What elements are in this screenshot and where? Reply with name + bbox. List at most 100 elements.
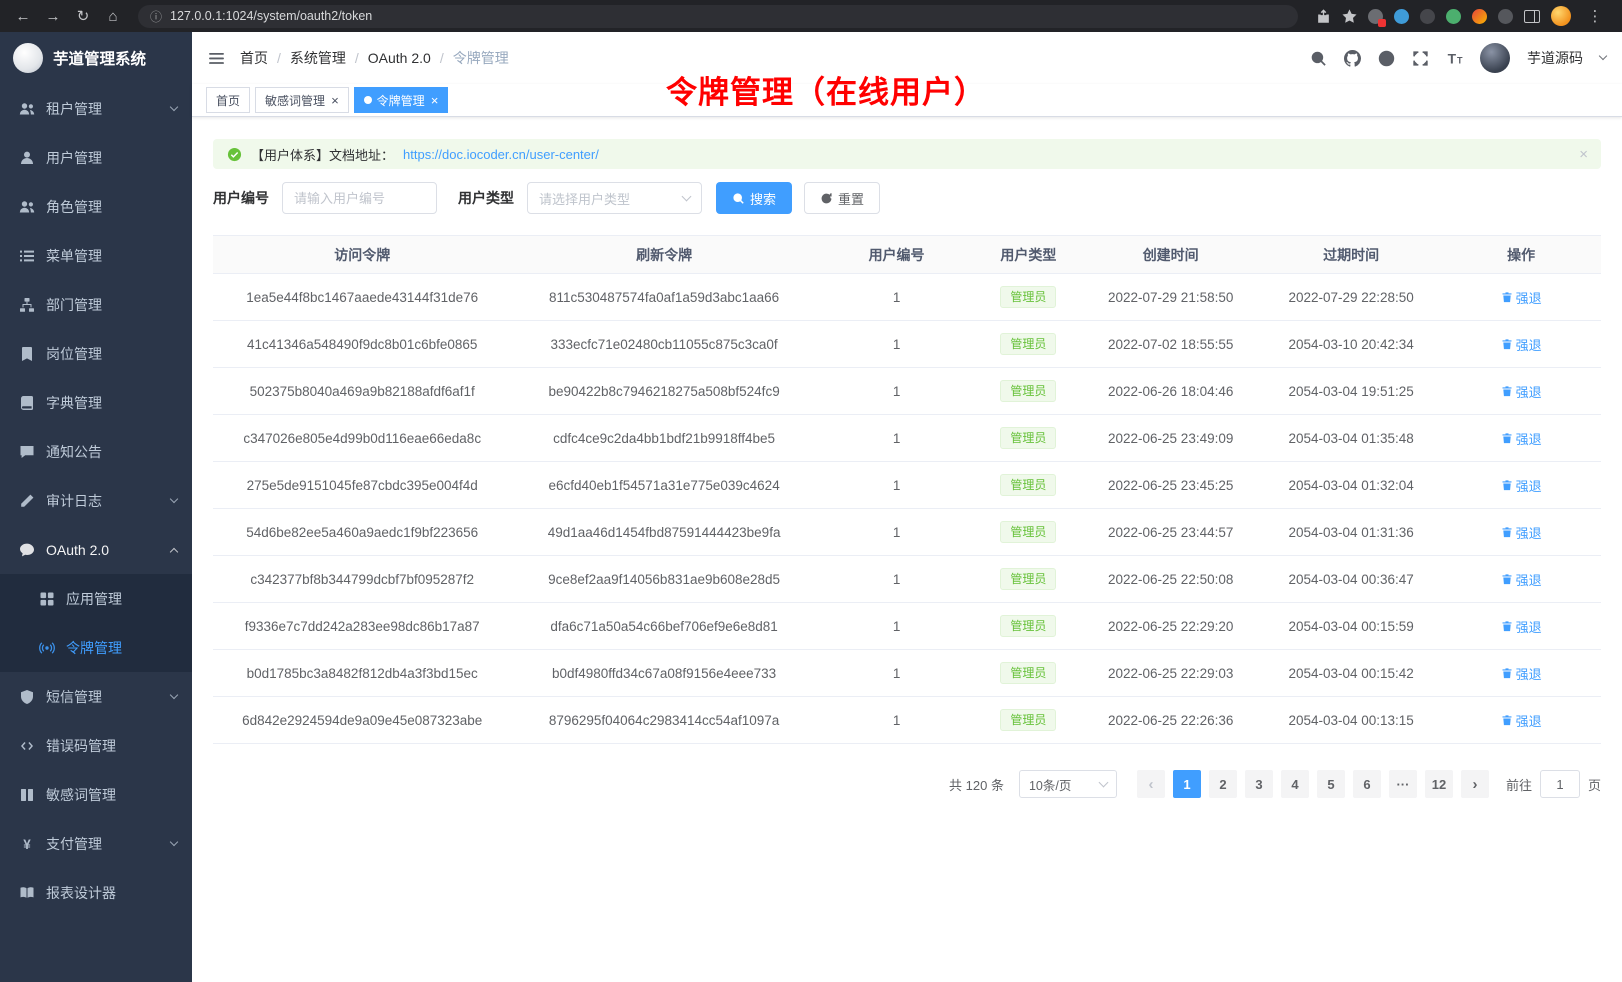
extensions-puzzle-icon[interactable]: [1472, 9, 1487, 24]
page-button-12[interactable]: 12: [1425, 770, 1453, 798]
sidebar-item-label: OAuth 2.0: [46, 542, 109, 558]
sidebar-item-notice[interactable]: 通知公告: [0, 427, 192, 476]
github-icon[interactable]: [1344, 50, 1361, 67]
force-logout-button[interactable]: 强退: [1501, 335, 1542, 354]
breadcrumb-item[interactable]: OAuth 2.0: [368, 50, 431, 66]
user-name[interactable]: 芋道源码: [1527, 48, 1583, 68]
sidebar-item-pay[interactable]: ¥支付管理: [0, 819, 192, 868]
page-ellipsis[interactable]: ···: [1389, 770, 1417, 798]
bookmark-star-icon[interactable]: [1342, 9, 1357, 24]
expire-time-cell: 2054-03-04 00:13:15: [1261, 697, 1441, 744]
doc-link[interactable]: https://doc.iocoder.cn/user-center/: [403, 147, 599, 162]
browser-profile-avatar[interactable]: [1551, 6, 1571, 26]
sidebar-item-user[interactable]: 用户管理: [0, 133, 192, 182]
tab-token[interactable]: 令牌管理×: [354, 87, 449, 113]
sidebar-item-sensitive-word[interactable]: 敏感词管理: [0, 770, 192, 819]
force-logout-button[interactable]: 强退: [1501, 523, 1542, 542]
search-icon: [732, 192, 745, 205]
chevron-up-icon: [170, 547, 178, 555]
page-button-1[interactable]: 1: [1173, 770, 1201, 798]
sidebar-item-oauth2[interactable]: OAuth 2.0: [0, 525, 192, 574]
extension-icon-green[interactable]: [1446, 9, 1461, 24]
sidebar-item-role[interactable]: 角色管理: [0, 182, 192, 231]
force-logout-button[interactable]: 强退: [1501, 664, 1542, 683]
extension-icon-blue[interactable]: [1394, 9, 1409, 24]
force-logout-button[interactable]: 强退: [1501, 617, 1542, 636]
force-logout-button[interactable]: 强退: [1501, 570, 1542, 589]
page-button-2[interactable]: 2: [1209, 770, 1237, 798]
sidebar-item-report-designer[interactable]: 报表设计器: [0, 868, 192, 917]
sidebar-item-dict[interactable]: 字典管理: [0, 378, 192, 427]
sidebar-item-oauth2-token[interactable]: 令牌管理: [0, 623, 192, 672]
goto-page-input[interactable]: [1540, 770, 1580, 798]
split-view-icon[interactable]: [1524, 10, 1540, 23]
table-row: 275e5de9151045fe87cbdc395e004f4de6cfd40e…: [213, 462, 1601, 509]
force-logout-button[interactable]: 强退: [1501, 476, 1542, 495]
sidebar-item-menu[interactable]: 菜单管理: [0, 231, 192, 280]
refresh-token-cell: 811c530487574fa0af1a59d3abc1aa66: [511, 274, 816, 321]
page-button-4[interactable]: 4: [1281, 770, 1309, 798]
user-id-cell: 1: [817, 509, 977, 556]
sidebar-item-tenant[interactable]: 租户管理: [0, 84, 192, 133]
table-row: c342377bf8b344799dcbf7bf095287f29ce8ef2a…: [213, 556, 1601, 603]
search-icon[interactable]: [1310, 50, 1327, 67]
user-id-input[interactable]: [282, 182, 437, 214]
back-icon[interactable]: ←: [10, 4, 36, 28]
font-size-icon[interactable]: TT: [1446, 50, 1463, 67]
search-button[interactable]: 搜索: [716, 182, 792, 214]
sidebar-item-label: 菜单管理: [46, 246, 102, 266]
table-row: c347026e805e4d99b0d116eae66eda8ccdfc4ce9…: [213, 415, 1601, 462]
sidebar-item-error-code[interactable]: 错误码管理: [0, 721, 192, 770]
force-logout-button[interactable]: 强退: [1501, 711, 1542, 730]
prev-page-button[interactable]: ‹: [1137, 770, 1165, 798]
tab-home[interactable]: 首页: [206, 87, 250, 113]
app-icon: [39, 591, 55, 607]
force-logout-button[interactable]: 强退: [1501, 429, 1542, 448]
create-time-cell: 2022-06-25 22:50:08: [1080, 556, 1260, 603]
page-size-select[interactable]: 10条/页: [1019, 770, 1117, 798]
user-type-cell: 管理员: [976, 697, 1080, 744]
extension-icon-badged[interactable]: [1368, 9, 1383, 24]
next-page-button[interactable]: ›: [1461, 770, 1489, 798]
page-button-3[interactable]: 3: [1245, 770, 1273, 798]
breadcrumb-separator: /: [355, 50, 359, 66]
create-time-cell: 2022-06-25 23:49:09: [1080, 415, 1260, 462]
extension-icon-dark[interactable]: [1420, 9, 1435, 24]
reset-button[interactable]: 重置: [804, 182, 880, 214]
app-logo-row[interactable]: 芋道管理系统: [0, 32, 192, 84]
page-button-5[interactable]: 5: [1317, 770, 1345, 798]
user-id-cell: 1: [817, 603, 977, 650]
force-logout-button[interactable]: 强退: [1501, 382, 1542, 401]
user-type-select[interactable]: 请选择用户类型: [527, 182, 702, 214]
sidebar-item-oauth2-application[interactable]: 应用管理: [0, 574, 192, 623]
tab-close-icon[interactable]: ×: [431, 94, 439, 107]
sidebar-item-sms[interactable]: 短信管理: [0, 672, 192, 721]
user-avatar[interactable]: [1480, 43, 1510, 73]
browser-chrome: ← → ↻ ⌂ ⓘ 127.0.0.1:1024/system/oauth2/t…: [0, 0, 1622, 32]
share-icon[interactable]: [1316, 9, 1331, 24]
home-icon[interactable]: ⌂: [100, 4, 126, 28]
sidebar-item-post[interactable]: 岗位管理: [0, 329, 192, 378]
sidebar-collapse-icon[interactable]: [208, 50, 225, 67]
forward-icon[interactable]: →: [40, 4, 66, 28]
table-row: 502375b8040a469a9b82188afdf6af1fbe90422b…: [213, 368, 1601, 415]
user-type-badge: 管理员: [1000, 380, 1056, 402]
access-token-cell: c347026e805e4d99b0d116eae66eda8c: [213, 415, 511, 462]
reload-icon[interactable]: ↻: [70, 4, 96, 28]
page-button-6[interactable]: 6: [1353, 770, 1381, 798]
address-bar[interactable]: ⓘ 127.0.0.1:1024/system/oauth2/token: [138, 5, 1298, 28]
user-menu-caret-icon[interactable]: [1599, 52, 1607, 60]
sidebar-item-audit-log[interactable]: 审计日志: [0, 476, 192, 525]
force-logout-button[interactable]: 强退: [1501, 288, 1542, 307]
alert-close-icon[interactable]: ×: [1579, 147, 1588, 162]
site-info-icon[interactable]: ⓘ: [150, 8, 162, 25]
breadcrumb-item[interactable]: 系统管理: [290, 48, 346, 68]
tab-close-icon[interactable]: ×: [331, 94, 339, 107]
tab-sensitive-word[interactable]: 敏感词管理×: [255, 87, 349, 113]
browser-menu-icon[interactable]: ⋮: [1582, 4, 1608, 28]
breadcrumb-item[interactable]: 首页: [240, 48, 268, 68]
extension-icon-gray[interactable]: [1498, 9, 1513, 24]
fullscreen-icon[interactable]: [1412, 50, 1429, 67]
sidebar-item-dept[interactable]: 部门管理: [0, 280, 192, 329]
help-icon[interactable]: [1378, 50, 1395, 67]
